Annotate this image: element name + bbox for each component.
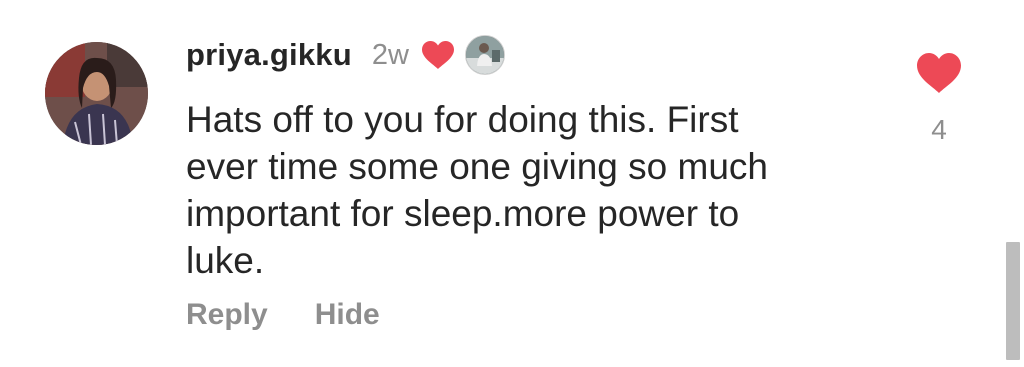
comment-timestamp: 2w [371,38,409,71]
avatar[interactable] [45,42,148,145]
avatar-image [45,42,148,145]
like-section: 4 [912,52,966,146]
heart-icon[interactable] [916,52,962,94]
comment-text: Hats off to you for doing this. First ev… [186,99,768,281]
hide-button[interactable]: Hide [315,298,380,332]
comment-actions: Reply Hide [186,298,380,332]
like-count: 4 [931,114,947,145]
heart-icon [421,40,455,70]
comment-header: priya.gikku 2w [186,32,505,78]
scrollbar-thumb[interactable] [1006,242,1020,360]
username-link[interactable]: priya.gikku [186,37,352,73]
like-button[interactable] [916,52,962,94]
comment-item: priya.gikku 2w Hats off to you for doing… [0,0,1024,367]
creator-avatar [464,35,505,75]
reply-button[interactable]: Reply [186,298,268,332]
